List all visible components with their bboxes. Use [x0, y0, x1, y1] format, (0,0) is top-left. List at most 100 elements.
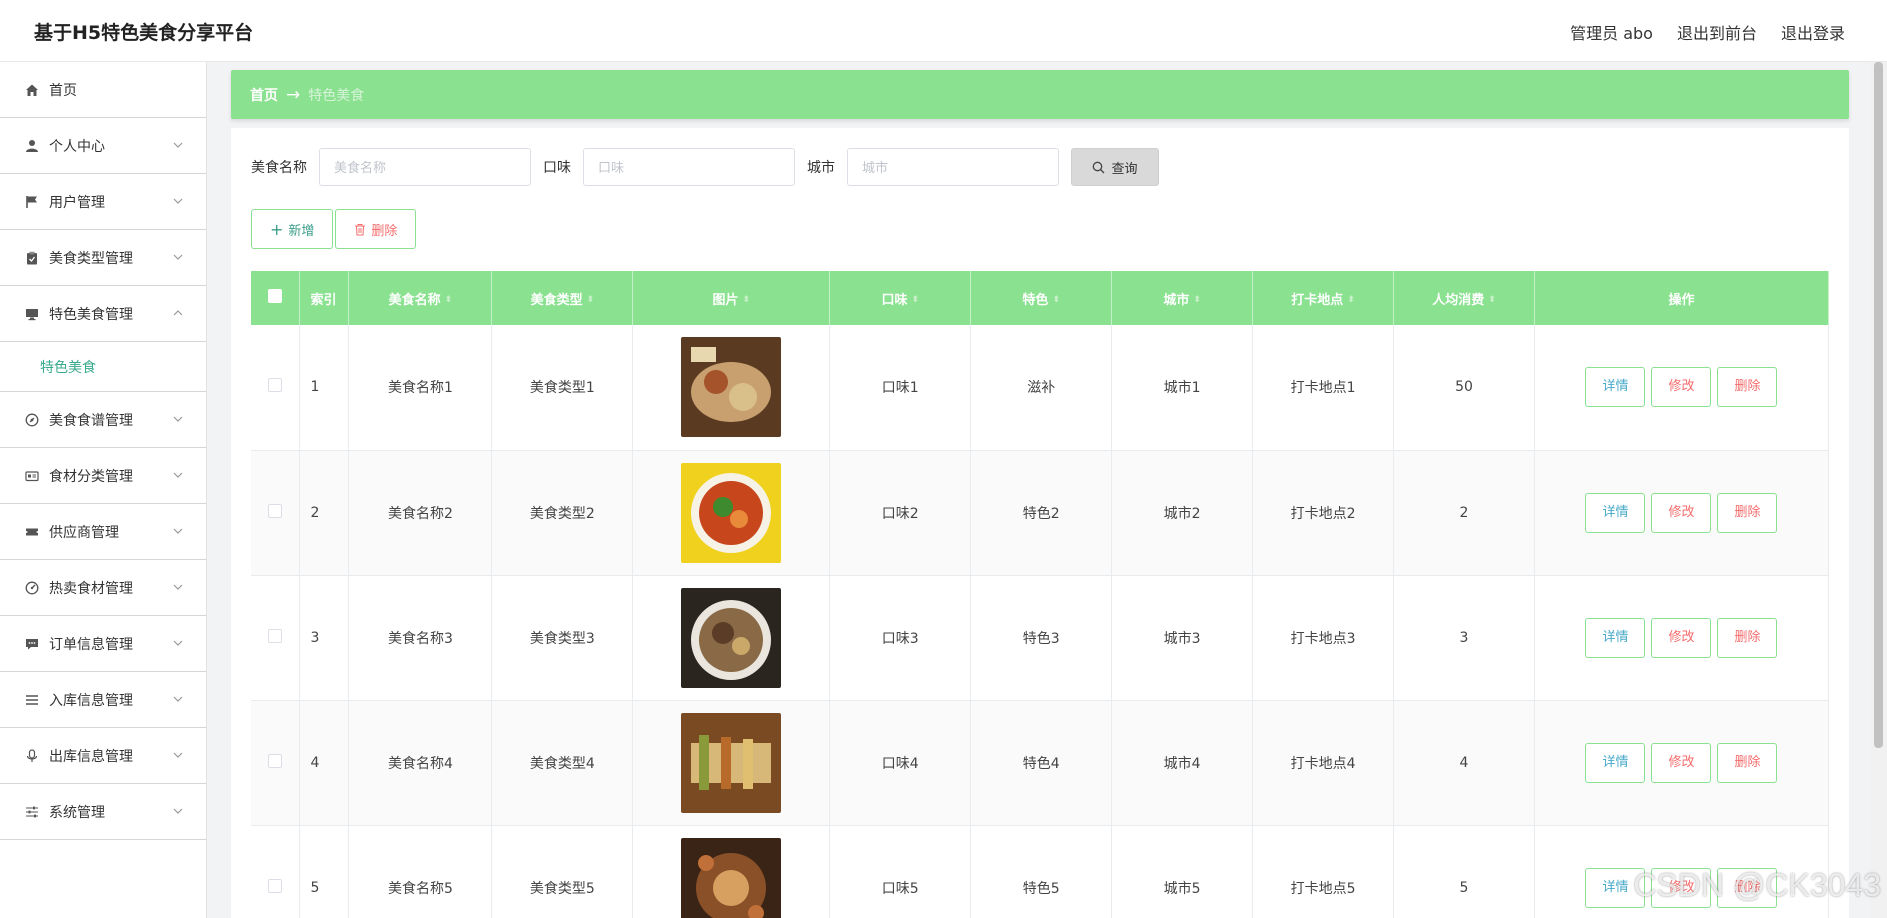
sort-icon[interactable]: ⬍	[912, 295, 920, 305]
sidebar-item-user-management[interactable]: 用户管理	[0, 174, 206, 230]
query-button[interactable]: 查询	[1071, 148, 1159, 186]
food-image	[681, 837, 782, 918]
cell-taste: 口味4	[829, 700, 972, 826]
detail-button[interactable]: 详情	[1585, 492, 1646, 533]
select-all-cell[interactable]	[251, 271, 301, 325]
exit-to-front-link[interactable]: 退出到前台	[1677, 20, 1757, 44]
detail-button[interactable]: 详情	[1585, 617, 1646, 658]
taste-input[interactable]	[583, 148, 795, 186]
edit-button[interactable]: 修改	[1651, 742, 1712, 783]
add-button[interactable]: + 新增	[251, 209, 334, 249]
page-scrollbar[interactable]	[1870, 62, 1887, 918]
th-image[interactable]: 图片 ⬍	[632, 271, 831, 325]
row-checkbox[interactable]	[268, 378, 283, 393]
scrollbar-thumb[interactable]	[1874, 62, 1883, 748]
batch-delete-button[interactable]: 删除	[335, 209, 417, 249]
cell-cost: 4	[1393, 700, 1535, 826]
row-checkbox[interactable]	[268, 878, 283, 893]
chevron-down-icon	[172, 139, 184, 151]
breadcrumb-home[interactable]: 首页	[250, 85, 278, 105]
food-name-label: 美食名称	[251, 160, 307, 176]
edit-button[interactable]: 修改	[1651, 867, 1712, 908]
row-checkbox[interactable]	[268, 628, 283, 643]
sidebar-item-stock-in-management[interactable]: 入库信息管理	[0, 672, 206, 728]
cell-image	[632, 325, 831, 451]
sidebar-item-system-management[interactable]: 系统管理	[0, 784, 206, 840]
food-table: 索引 美食名称 ⬍ 美食类型 ⬍ 图片 ⬍ 口味 ⬍ 特色 ⬍ 城市 ⬍ 打卡地点 ⬍ 人均消…	[251, 271, 1830, 918]
th-city[interactable]: 城市 ⬍	[1111, 271, 1254, 325]
detail-button[interactable]: 详情	[1585, 867, 1646, 908]
sort-icon[interactable]: ⬍	[743, 295, 751, 305]
th-food-type[interactable]: 美食类型 ⬍	[491, 271, 634, 325]
row-select-cell[interactable]	[251, 575, 301, 701]
sort-icon[interactable]: ⬍	[587, 295, 595, 305]
table-row: 2 美食名称2 美食类型2 口味2 特色2 城市2 打卡地点2 2 详情 修改 删除	[251, 450, 1830, 576]
delete-button[interactable]: 删除	[1717, 617, 1778, 658]
cell-image	[632, 825, 831, 918]
delete-button[interactable]: 删除	[1717, 492, 1778, 533]
sidebar-item-special-food-management[interactable]: 特色美食管理	[0, 286, 206, 342]
chevron-up-icon	[172, 307, 184, 319]
th-taste[interactable]: 口味 ⬍	[829, 271, 972, 325]
food-image	[681, 712, 782, 813]
sort-icon[interactable]: ⬍	[1347, 295, 1355, 305]
detail-button[interactable]: 详情	[1585, 742, 1646, 783]
food-name-input[interactable]	[319, 148, 531, 186]
sidebar-item-home[interactable]: 首页	[0, 62, 206, 118]
sidebar-item-hot-ingredient-management[interactable]: 热卖食材管理	[0, 560, 206, 616]
city-input[interactable]	[847, 148, 1059, 186]
sort-icon[interactable]: ⬍	[1052, 295, 1060, 305]
table-header-row: 索引 美食名称 ⬍ 美食类型 ⬍ 图片 ⬍ 口味 ⬍ 特色 ⬍ 城市 ⬍ 打卡地点 ⬍ 人均消…	[251, 271, 1830, 325]
logout-link[interactable]: 退出登录	[1781, 20, 1845, 44]
cell-image	[632, 700, 831, 826]
th-place[interactable]: 打卡地点 ⬍	[1252, 271, 1395, 325]
sidebar-item-label: 美食食谱管理	[49, 412, 133, 429]
row-checkbox[interactable]	[268, 753, 283, 768]
edit-button[interactable]: 修改	[1651, 492, 1712, 533]
row-select-cell[interactable]	[251, 825, 301, 918]
sidebar-item-order-management[interactable]: 订单信息管理	[0, 616, 206, 672]
cell-index: 2	[299, 450, 350, 576]
sidebar-item-ingredient-category-management[interactable]: 食材分类管理	[0, 448, 206, 504]
cell-feature: 特色3	[970, 575, 1113, 701]
sidebar-item-supplier-management[interactable]: 供应商管理	[0, 504, 206, 560]
food-image	[681, 462, 782, 563]
detail-button[interactable]: 详情	[1585, 367, 1646, 408]
chevron-down-icon	[172, 195, 184, 207]
city-label: 城市	[807, 160, 835, 176]
th-cost[interactable]: 人均消费 ⬍	[1393, 271, 1535, 325]
edit-button[interactable]: 修改	[1651, 367, 1712, 408]
sidebar-item-personal-center[interactable]: 个人中心	[0, 118, 206, 174]
select-all-checkbox[interactable]	[268, 289, 283, 303]
cell-city: 城市3	[1111, 575, 1254, 701]
sidebar-item-label: 首页	[49, 82, 77, 99]
cell-feature: 特色5	[970, 825, 1113, 918]
delete-button[interactable]: 删除	[1717, 367, 1778, 408]
th-feature[interactable]: 特色 ⬍	[970, 271, 1113, 325]
sidebar-subitem-special-food[interactable]: 特色美食	[0, 342, 206, 392]
cell-image	[632, 450, 831, 576]
edit-button[interactable]: 修改	[1651, 617, 1712, 658]
th-food-name[interactable]: 美食名称 ⬍	[348, 271, 493, 325]
delete-button[interactable]: 删除	[1717, 867, 1778, 908]
sort-icon[interactable]: ⬍	[1488, 295, 1496, 305]
row-select-cell[interactable]	[251, 700, 301, 826]
cell-taste: 口味1	[829, 325, 972, 451]
row-select-cell[interactable]	[251, 450, 301, 576]
cell-feature: 特色2	[970, 450, 1113, 576]
delete-button[interactable]: 删除	[1717, 742, 1778, 783]
sort-icon[interactable]: ⬍	[445, 295, 453, 305]
sidebar-item-label: 供应商管理	[49, 524, 119, 541]
chevron-down-icon	[172, 637, 184, 649]
cell-actions: 详情 修改 删除	[1534, 700, 1830, 826]
sliders-icon	[24, 804, 39, 819]
sidebar-item-label: 入库信息管理	[49, 692, 133, 709]
cell-city: 城市1	[1111, 325, 1254, 451]
admin-user-label[interactable]: 管理员 abo	[1570, 20, 1653, 44]
row-select-cell[interactable]	[251, 325, 301, 451]
row-checkbox[interactable]	[268, 503, 283, 518]
sidebar-item-food-type-management[interactable]: 美食类型管理	[0, 230, 206, 286]
sidebar-item-stock-out-management[interactable]: 出库信息管理	[0, 728, 206, 784]
sidebar-item-recipe-management[interactable]: 美食食谱管理	[0, 392, 206, 448]
sort-icon[interactable]: ⬍	[1193, 295, 1201, 305]
